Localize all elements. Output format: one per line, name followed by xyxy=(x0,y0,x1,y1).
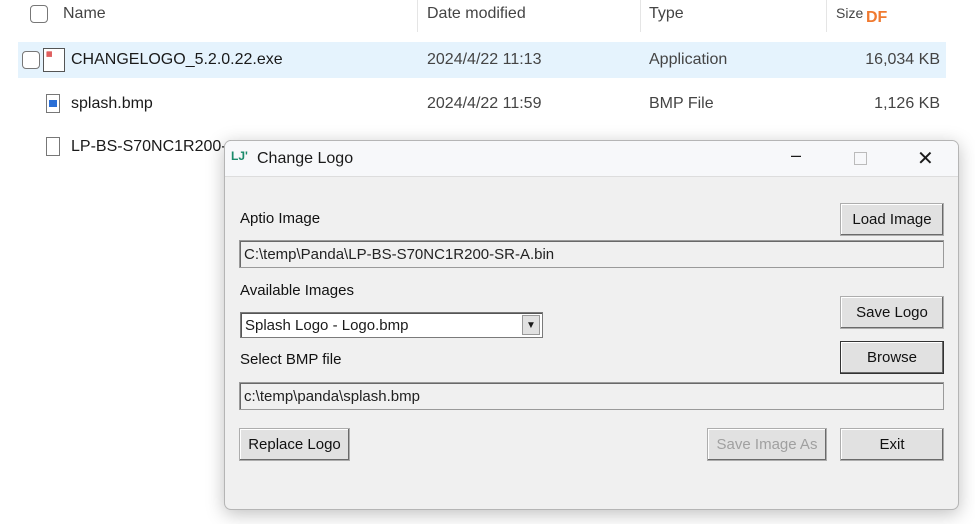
app-icon: ▦ xyxy=(43,48,65,72)
column-header-date[interactable]: Date modified xyxy=(427,5,526,23)
title-bar[interactable]: LJ' Change Logo – ✕ xyxy=(225,141,958,177)
file-type: BMP File xyxy=(649,95,714,112)
exit-button[interactable]: Exit xyxy=(840,428,944,461)
column-header-type[interactable]: Type xyxy=(649,5,684,23)
load-image-button[interactable]: Load Image xyxy=(840,203,944,236)
file-type: Application xyxy=(649,51,728,68)
app-logo-icon: LJ' xyxy=(231,149,248,163)
file-size: 16,034 KB xyxy=(865,51,940,68)
minimize-icon[interactable]: – xyxy=(791,145,801,166)
file-date: 2024/4/22 11:13 xyxy=(427,51,542,68)
file-row[interactable]: splash.bmp 2024/4/22 11:59 BMP File 1,12… xyxy=(18,86,946,122)
file-icon xyxy=(46,137,60,156)
file-date: 2024/4/22 11:59 xyxy=(427,95,542,112)
dropdown-value: Splash Logo - Logo.bmp xyxy=(245,317,409,334)
select-bmp-label: Select BMP file xyxy=(240,351,342,368)
aptio-image-label: Aptio Image xyxy=(240,210,321,227)
file-name: CHANGELOGO_5.2.0.22.exe xyxy=(71,51,283,68)
bmp-path-field[interactable]: c:\temp\panda\splash.bmp xyxy=(239,382,944,410)
available-images-dropdown[interactable]: Splash Logo - Logo.bmp ▼ xyxy=(240,312,543,338)
column-divider[interactable] xyxy=(640,0,641,32)
replace-logo-button[interactable]: Replace Logo xyxy=(239,428,350,461)
bmp-file-icon xyxy=(46,94,60,113)
watermark: DF xyxy=(866,9,888,26)
chevron-down-icon[interactable]: ▼ xyxy=(522,315,540,335)
file-name: LP-BS-S70NC1R200-S xyxy=(71,138,238,155)
browse-button[interactable]: Browse xyxy=(840,341,944,374)
column-header-name[interactable]: Name xyxy=(63,5,106,23)
column-header-size[interactable]: Size xyxy=(836,5,863,21)
select-all-checkbox[interactable] xyxy=(30,5,48,23)
row-checkbox[interactable] xyxy=(22,51,40,69)
column-divider[interactable] xyxy=(417,0,418,32)
available-images-label: Available Images xyxy=(240,282,354,299)
column-divider[interactable] xyxy=(826,0,827,32)
change-logo-dialog: LJ' Change Logo – ✕ Aptio Image Load Ima… xyxy=(224,140,959,510)
file-row[interactable]: ▦ CHANGELOGO_5.2.0.22.exe 2024/4/22 11:1… xyxy=(18,42,946,78)
file-name: splash.bmp xyxy=(71,95,153,112)
save-logo-button[interactable]: Save Logo xyxy=(840,296,944,329)
close-icon[interactable]: ✕ xyxy=(917,146,934,171)
dialog-title: Change Logo xyxy=(257,150,354,167)
save-image-as-button[interactable]: Save Image As xyxy=(707,428,827,461)
aptio-image-path-field[interactable]: C:\temp\Panda\LP-BS-S70NC1R200-SR-A.bin xyxy=(239,240,944,268)
file-size: 1,126 KB xyxy=(874,95,940,112)
maximize-icon[interactable] xyxy=(854,152,867,165)
